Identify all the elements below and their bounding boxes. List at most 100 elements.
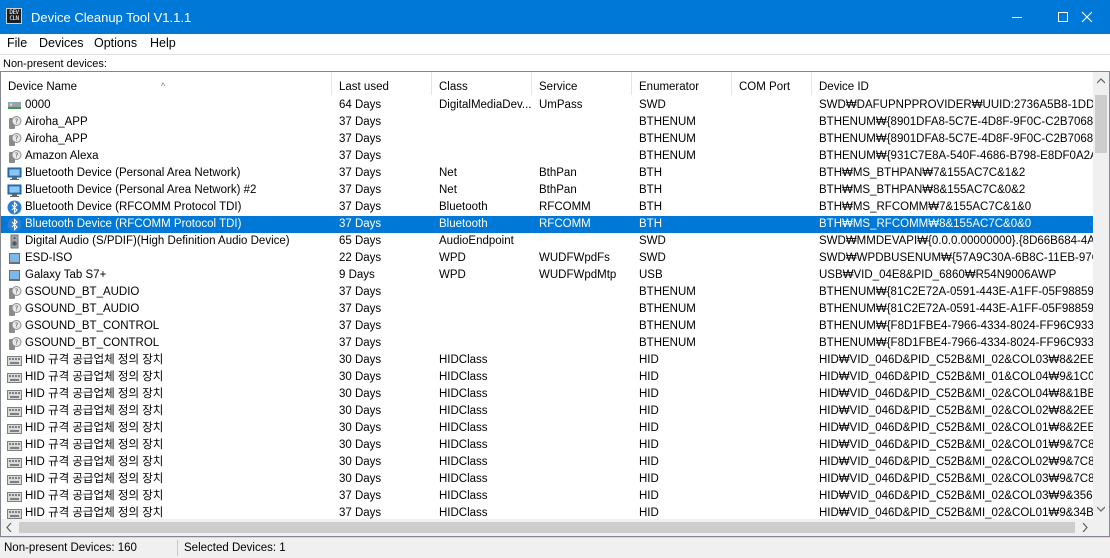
- scroll-down-icon[interactable]: [1097, 506, 1105, 512]
- cell-last-used: 65 Days: [339, 235, 382, 247]
- table-row[interactable]: ? Airoha_APP 37 Days BTHENUM BTHENUM₩{8901DF…: [1, 131, 1094, 148]
- cell-enumerator: BTHENUM: [639, 133, 696, 145]
- column-header-enumerator[interactable]: Enumerator: [632, 72, 732, 95]
- table-row[interactable]: Bluetooth Device (Personal Area Network)…: [1, 165, 1094, 182]
- cell-device-id: HID₩VID_046D&PID_C52B&MI_02&COL03₩9&7C8F…: [819, 473, 1094, 485]
- cell-device-name: HID 규격 공급업체 정의 장치: [25, 456, 164, 468]
- cell-class: [439, 335, 531, 352]
- table-row[interactable]: ? GSOUND_BT_AUDIO 37 Days BTHENUM BTHENUM₩{8…: [1, 284, 1094, 301]
- minimize-button[interactable]: [994, 0, 1040, 34]
- table-row[interactable]: HID 규격 공급업체 정의 장치 30 Days HIDClass HID HID₩V…: [1, 454, 1094, 471]
- status-non-present-count: Non-present Devices: 160: [4, 542, 137, 554]
- table-row[interactable]: HID 규격 공급업체 정의 장치 30 Days HIDClass HID HID₩V…: [1, 471, 1094, 488]
- column-header-device-id[interactable]: Device ID: [812, 72, 1094, 95]
- table-row[interactable]: Digital Audio (S/PDIF)(High Definition A…: [1, 233, 1094, 250]
- menu-help[interactable]: Help: [150, 36, 176, 50]
- app-icon: DEV CLN: [6, 8, 22, 24]
- column-header-service[interactable]: Service: [532, 72, 632, 95]
- cell-enumerator: HID: [639, 439, 659, 451]
- cell-class: HIDClass: [439, 371, 488, 383]
- column-header-last-used[interactable]: Last used: [332, 72, 432, 95]
- cell-com-port: [739, 403, 811, 420]
- cell-com-port: [739, 182, 811, 199]
- cell-last-used: 30 Days: [339, 405, 382, 417]
- cell-device-name: GSOUND_BT_CONTROL: [25, 337, 160, 349]
- column-header-label: Enumerator: [639, 81, 700, 93]
- vertical-scrollbar[interactable]: [1093, 72, 1109, 519]
- menu-options[interactable]: Options: [94, 36, 137, 50]
- device-list[interactable]: Device Name ^ Last used Class Service En…: [0, 71, 1110, 537]
- title-bar[interactable]: DEV CLN Device Cleanup Tool V1.1.1: [0, 0, 1110, 34]
- cell-service: [539, 437, 631, 454]
- cell-last-used: 30 Days: [339, 456, 382, 468]
- cell-com-port: [739, 284, 811, 301]
- table-row[interactable]: HID 규격 공급업체 정의 장치 30 Days HIDClass HID HID₩V…: [1, 352, 1094, 369]
- cell-device-id: BTHENUM₩{F8D1FBE4-7966-4334-8024-FF96C93…: [819, 320, 1094, 332]
- table-row[interactable]: HID 규격 공급업체 정의 장치 30 Days HIDClass HID HID₩V…: [1, 369, 1094, 386]
- cell-class: HIDClass: [439, 507, 488, 519]
- cell-class: HIDClass: [439, 439, 488, 451]
- table-row[interactable]: ? GSOUND_BT_AUDIO 37 Days BTHENUM BTHENUM₩{8…: [1, 301, 1094, 318]
- table-row[interactable]: HID 규격 공급업체 정의 장치 30 Days HIDClass HID HID₩V…: [1, 437, 1094, 454]
- scroll-left-icon[interactable]: [6, 523, 12, 532]
- cell-service: [539, 131, 631, 148]
- cell-device-id: BTHENUM₩{931C7E8A-540F-4686-B798-E8DF0A2…: [819, 150, 1094, 162]
- cell-last-used: 37 Days: [339, 133, 382, 145]
- table-row[interactable]: ? Airoha_APP 37 Days BTHENUM BTHENUM₩{8901DF…: [1, 114, 1094, 131]
- column-header-com-port[interactable]: COM Port: [732, 72, 812, 95]
- cell-device-name: Bluetooth Device (Personal Area Network): [25, 167, 241, 179]
- table-row[interactable]: ? GSOUND_BT_CONTROL 37 Days BTHENUM BTHENUM₩…: [1, 318, 1094, 335]
- cell-com-port: [739, 352, 811, 369]
- cell-last-used: 37 Days: [339, 167, 382, 179]
- table-row[interactable]: Bluetooth Device (RFCOMM Protocol TDI) 37…: [1, 199, 1094, 216]
- table-row[interactable]: ? GSOUND_BT_CONTROL 37 Days BTHENUM BTHENUM₩…: [1, 335, 1094, 352]
- cell-com-port: [739, 335, 811, 352]
- vertical-scroll-thumb[interactable]: [1095, 95, 1107, 153]
- scroll-right-icon[interactable]: [1082, 523, 1088, 532]
- table-row[interactable]: HID 규격 공급업체 정의 장치 37 Days HIDClass HID HID₩V…: [1, 488, 1094, 505]
- cell-last-used: 30 Days: [339, 473, 382, 485]
- cell-enumerator: HID: [639, 354, 659, 366]
- cell-device-name: HID 규격 공급업체 정의 장치: [25, 371, 164, 383]
- table-row[interactable]: ESD-ISO 22 Days WPD WUDFWpdFs SWD SWD₩WPDBUSE…: [1, 250, 1094, 267]
- column-header-class[interactable]: Class: [432, 72, 532, 95]
- table-row[interactable]: Galaxy Tab S7+ 9 Days WPD WUDFWpdMtp USB USB₩…: [1, 267, 1094, 284]
- cell-class: DigitalMediaDev...: [439, 99, 531, 111]
- cell-service: [539, 335, 631, 352]
- cell-enumerator: BTH: [639, 201, 662, 213]
- unknown-device-icon: ?: [7, 132, 22, 147]
- menu-devices[interactable]: Devices: [39, 36, 83, 50]
- table-row[interactable]: Bluetooth Device (Personal Area Network)…: [1, 182, 1094, 199]
- close-button[interactable]: [1064, 0, 1110, 34]
- cell-device-name: Digital Audio (S/PDIF)(High Definition A…: [25, 235, 290, 247]
- cell-class: HIDClass: [439, 490, 488, 502]
- table-row[interactable]: HID 규격 공급업체 정의 장치 30 Days HIDClass HID HID₩V…: [1, 403, 1094, 420]
- cell-com-port: [739, 505, 811, 519]
- table-row[interactable]: ? Amazon Alexa 37 Days BTHENUM BTHENUM₩{931C…: [1, 148, 1094, 165]
- table-row[interactable]: HID 규격 공급업체 정의 장치 37 Days HIDClass HID HID₩V…: [1, 505, 1094, 519]
- cell-device-name: Galaxy Tab S7+: [25, 269, 107, 281]
- cell-device-id: BTHENUM₩{81C2E72A-0591-443E-A1FF-05F9885…: [819, 303, 1094, 315]
- cell-device-name: 0000: [25, 99, 51, 111]
- scrollbar-corner: [1093, 519, 1109, 536]
- cell-enumerator: BTH: [639, 167, 662, 179]
- svg-text:?: ?: [15, 288, 19, 296]
- svg-text:?: ?: [15, 339, 19, 347]
- scroll-up-icon[interactable]: [1097, 78, 1105, 84]
- cell-device-name: HID 규격 공급업체 정의 장치: [25, 354, 164, 366]
- horizontal-scroll-thumb[interactable]: [19, 522, 1075, 533]
- cell-service: UmPass: [539, 99, 583, 111]
- cell-class: HIDClass: [439, 354, 488, 366]
- cell-enumerator: HID: [639, 456, 659, 468]
- table-row[interactable]: HID 규격 공급업체 정의 장치 30 Days HIDClass HID HID₩V…: [1, 420, 1094, 437]
- horizontal-scrollbar[interactable]: [1, 519, 1094, 536]
- table-row[interactable]: HID 규격 공급업체 정의 장치 30 Days HIDClass HID HID₩V…: [1, 386, 1094, 403]
- menu-file[interactable]: File: [7, 36, 27, 50]
- cell-service: BthPan: [539, 184, 577, 196]
- column-header-label: Last used: [339, 81, 389, 93]
- column-header-device-name[interactable]: Device Name ^: [1, 72, 332, 95]
- table-row[interactable]: Bluetooth Device (RFCOMM Protocol TDI) 37…: [1, 216, 1094, 233]
- keyboard-icon: [7, 370, 22, 385]
- cell-enumerator: HID: [639, 388, 659, 400]
- table-row[interactable]: 0000 64 Days DigitalMediaDev... UmPass SWD SW…: [1, 97, 1094, 114]
